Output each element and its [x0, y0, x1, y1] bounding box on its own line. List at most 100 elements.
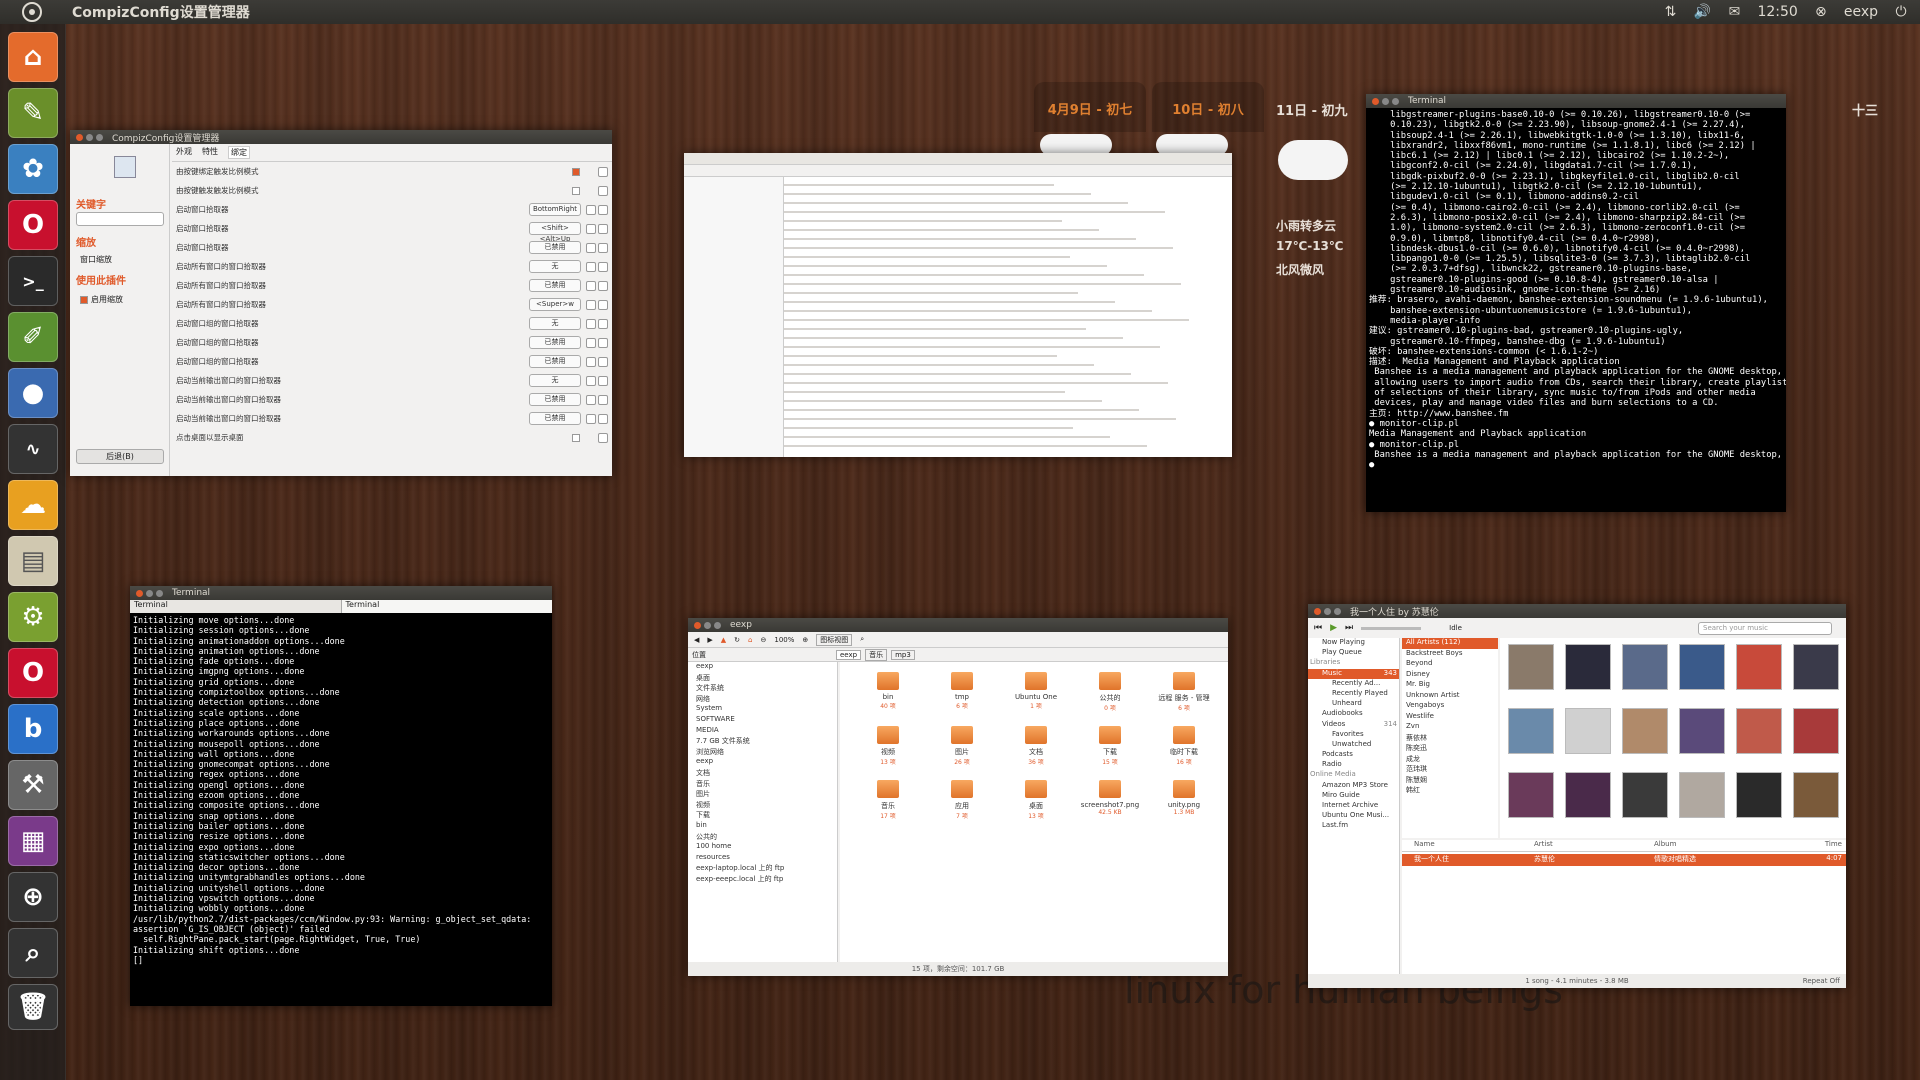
source-unwatched[interactable]: Unwatched [1308, 740, 1399, 750]
binding-value-button[interactable]: 已禁用 [529, 241, 581, 254]
path-mp3[interactable]: mp3 [891, 649, 915, 660]
edit-icon[interactable] [586, 413, 596, 424]
album-cover[interactable] [1793, 708, 1839, 754]
file-item[interactable]: screenshot7.png 42.5 KB [1080, 780, 1140, 816]
place-item[interactable]: eexp [688, 662, 837, 673]
artist-item[interactable]: 陈奕迅 [1402, 743, 1498, 754]
terminal-top-window[interactable]: Terminal libgstreamer-plugins-base0.10-0… [1366, 94, 1786, 512]
path-music[interactable]: 音乐 [865, 648, 888, 661]
view-mode-select[interactable]: 图标视图 [816, 633, 853, 646]
compiz-titlebar[interactable]: CompizConfig设置管理器 [70, 130, 612, 144]
opera-icon[interactable]: O [8, 648, 58, 698]
album-cover[interactable] [1508, 772, 1554, 818]
close-icon[interactable] [694, 621, 701, 629]
place-item[interactable]: 音乐 [688, 779, 837, 790]
source-videos[interactable]: Videos 314 [1308, 720, 1399, 730]
zoom-in-icon[interactable]: ⊕ [802, 636, 808, 644]
binding-value-button[interactable]: 已禁用 [529, 336, 581, 349]
source-podcasts[interactable]: Podcasts [1308, 750, 1399, 760]
album-cover[interactable] [1793, 644, 1839, 690]
search-box[interactable]: Search your music [1698, 621, 1832, 635]
place-item[interactable]: bin [688, 821, 837, 832]
file-item[interactable]: bin 40 项 [858, 672, 918, 710]
place-item[interactable]: 桌面 [688, 673, 837, 684]
banshee-icon[interactable]: b [8, 704, 58, 754]
workspace-switcher-icon[interactable]: ▦ [8, 816, 58, 866]
repeat-toggle[interactable]: Repeat Off [1803, 974, 1840, 988]
artist-item[interactable]: 成龙 [1402, 754, 1498, 765]
place-item[interactable]: 公共的 [688, 832, 837, 843]
col-name[interactable]: Name [1402, 840, 1534, 851]
edit-icon[interactable] [586, 394, 596, 405]
place-item[interactable]: MEDIA [688, 726, 837, 737]
maximize-icon[interactable] [714, 621, 721, 629]
file-manager-window[interactable]: eexp ◀ ▶ ▲ ↻ ⌂ ⊖ 100% ⊕ 图标视图 ⌕ 位置 eexp 音… [688, 618, 1228, 976]
reload-icon[interactable]: ↻ [734, 636, 740, 644]
zoom-icon[interactable]: ⊕ [8, 872, 58, 922]
artist-item[interactable]: 范玮琪 [1402, 764, 1498, 775]
paint-icon[interactable]: ✐ [8, 312, 58, 362]
reset-icon[interactable] [598, 394, 608, 405]
checkbox-icon[interactable] [80, 295, 88, 304]
power-icon[interactable]: ⏻ [1892, 3, 1910, 21]
notes-icon[interactable]: ✎ [8, 88, 58, 138]
place-item[interactable]: 网络 [688, 694, 837, 705]
reset-icon[interactable] [598, 204, 608, 215]
place-item[interactable]: eexp-eeepc.local 上的 ftp [688, 874, 837, 885]
reset-icon[interactable] [598, 261, 608, 272]
reset-icon[interactable] [598, 356, 608, 367]
place-item[interactable]: eexp [688, 757, 837, 768]
up-icon[interactable]: ▲ [721, 636, 726, 644]
terminal-icon[interactable]: >_ [8, 256, 58, 306]
back-icon[interactable]: ◀ [694, 636, 699, 644]
terminal-bottom-output[interactable]: Initializing move options...done Initiali… [130, 613, 552, 968]
album-cover[interactable] [1622, 708, 1668, 754]
checkbox[interactable] [572, 186, 580, 195]
keyword-input[interactable] [76, 212, 164, 226]
col-artist[interactable]: Artist [1534, 840, 1654, 851]
place-item[interactable]: 视频 [688, 800, 837, 811]
place-item[interactable]: 文件系统 [688, 683, 837, 694]
binding-value-button[interactable]: <Shift><Alt>Up [529, 222, 581, 243]
search-icon[interactable]: ⌕ [860, 635, 864, 644]
binding-value-button[interactable]: 无 [529, 374, 581, 387]
reset-icon[interactable] [598, 242, 608, 253]
next-icon[interactable]: ⏭ [1345, 623, 1353, 633]
file-item[interactable]: 下载 15 项 [1080, 726, 1140, 766]
place-item[interactable]: eexp-laptop.local 上的 ftp [688, 863, 837, 874]
weather-icon[interactable]: ☁ [8, 480, 58, 530]
source-play-queue[interactable]: Play Queue [1308, 648, 1399, 658]
shotwell-icon[interactable]: ✿ [8, 144, 58, 194]
binding-value-button[interactable]: 无 [529, 317, 581, 330]
maximize-icon[interactable] [1392, 97, 1399, 105]
artist-item[interactable]: Westlife [1402, 712, 1498, 723]
source-favorites[interactable]: Favorites [1308, 730, 1399, 740]
source-internet-archive[interactable]: Internet Archive [1308, 801, 1399, 811]
album-cover[interactable] [1679, 644, 1725, 690]
maximize-icon[interactable] [96, 133, 103, 141]
browser-window[interactable] [684, 153, 1232, 457]
file-item[interactable]: Ubuntu One 1 项 [1006, 672, 1066, 710]
artist-item[interactable]: Backstreet Boys [1402, 649, 1498, 660]
album-cover[interactable] [1565, 708, 1611, 754]
source-recently-played[interactable]: Recently Played [1308, 689, 1399, 699]
compiz-window[interactable]: CompizConfig设置管理器 关键字 缩放 窗口缩放 使用此插件 启用缩放… [70, 130, 612, 476]
place-item[interactable]: 7.7 GB 文件系统 [688, 736, 837, 747]
home-folder-icon[interactable]: ⌂ [8, 32, 58, 82]
reset-icon[interactable] [598, 432, 608, 443]
browser-tabbar[interactable] [684, 153, 1232, 165]
place-item[interactable]: 下载 [688, 810, 837, 821]
file-item[interactable]: 临时下载 16 项 [1154, 726, 1214, 766]
edit-icon[interactable] [586, 356, 596, 367]
tab-bindings[interactable]: 绑定 [228, 146, 250, 159]
user-icon[interactable]: ⊗ [1812, 3, 1830, 21]
checkbox[interactable] [572, 167, 580, 176]
previous-icon[interactable]: ⏮ [1314, 623, 1322, 633]
artist-item[interactable]: Mr. Big [1402, 680, 1498, 691]
file-item[interactable]: unity.png 1.3 MB [1154, 780, 1214, 816]
terminal-tab-1[interactable]: Terminal [130, 600, 342, 613]
source-unheard[interactable]: Unheard [1308, 699, 1399, 709]
path-eexp[interactable]: eexp [836, 649, 862, 660]
artist-item[interactable]: All Artists (112) [1402, 638, 1498, 649]
clock[interactable]: 12:50 [1757, 4, 1797, 20]
